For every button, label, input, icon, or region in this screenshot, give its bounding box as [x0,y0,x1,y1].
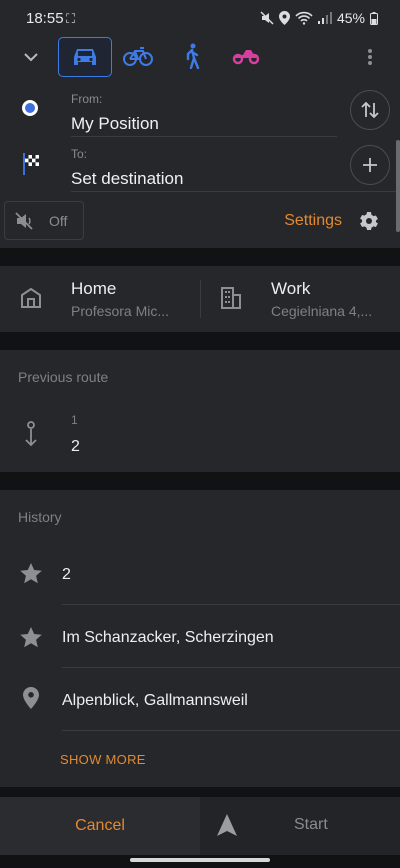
walking-icon [186,43,200,69]
bottom-action-bar: Cancel Start [0,797,400,855]
from-label: From: [71,92,103,106]
plus-icon [363,158,377,172]
star-icon [20,563,42,584]
history-item-label: Alpenblick, Gallmannsweil [62,692,248,709]
home-title: Home [71,279,117,298]
previous-route-end: 2 [71,438,80,455]
work-button[interactable]: Work Cegielniana 4,... [201,266,400,332]
home-address: Profesora Mic... [71,303,170,319]
battery-icon [370,11,378,25]
work-address: Cegielniana 4,... [271,303,373,319]
to-label: To: [71,147,88,161]
route-start-end-icon [25,421,37,447]
navigation-arrow-icon [217,814,237,836]
start-button[interactable]: Start [200,797,400,855]
start-label: Start [294,816,328,833]
gesture-handle[interactable] [130,858,270,862]
swap-button[interactable] [350,90,390,130]
history-divider [62,730,400,731]
collapse-button[interactable] [20,46,42,68]
signal-icon [317,12,332,24]
cancel-label: Cancel [75,817,125,834]
car-icon [74,49,96,65]
history-item[interactable]: Im Schanzacker, Scherzingen [0,605,400,668]
to-divider [71,191,400,192]
previous-route-item[interactable]: 1 2 [0,400,400,470]
battery-percent: 45% [336,10,365,26]
mode-walk-button[interactable] [166,37,218,75]
bicycle-icon [123,47,153,66]
status-time: 18:55 [26,10,64,27]
office-building-icon [221,287,241,309]
destination-field[interactable]: Set destination [71,169,337,189]
status-bar: 18:55 ⛶ 45% [0,0,400,36]
from-divider [71,136,337,137]
gear-icon[interactable] [357,209,381,233]
mute-icon [260,11,274,25]
wifi-icon [295,11,313,25]
show-more-button[interactable]: SHOW MORE [60,752,146,767]
home-button[interactable]: Home Profesora Mic... [0,266,200,332]
more-options-button[interactable] [362,46,378,68]
sound-label: Off [49,212,68,229]
sound-off-icon [15,211,33,230]
swap-arrows-icon [361,102,379,118]
checkered-flag-icon [23,153,39,175]
mode-bicycle-button[interactable] [112,37,164,75]
work-title: Work [271,279,311,298]
history-item-label: Im Schanzacker, Scherzingen [62,629,274,646]
previous-route-title: Previous route [18,369,109,385]
location-pin-icon [23,687,39,709]
mode-car-button[interactable] [58,37,112,77]
chevron-down-icon [24,52,38,61]
add-destination-button[interactable] [350,145,390,185]
cancel-button[interactable]: Cancel [0,797,200,855]
history-item-label: 2 [62,566,71,583]
history-title: History [18,509,62,525]
location-icon [278,11,290,25]
sound-toggle-button[interactable]: Off [4,201,84,240]
scrollbar[interactable] [396,140,400,232]
star-icon [20,627,42,648]
history-panel: History 2 Im Schanzacker, Scherzingen Al… [0,490,400,787]
home-icon [21,288,41,308]
settings-link[interactable]: Settings [284,212,342,230]
my-position-icon [22,100,38,116]
route-panel: From: My Position To: Set destination Of… [0,36,400,248]
screenshot-icon: ⛶ [66,11,76,26]
from-field[interactable]: My Position [71,114,337,134]
status-icons: 45% [260,10,378,26]
motorcycle-icon [232,50,260,65]
history-item[interactable]: 2 [0,542,400,605]
mode-motorcycle-button[interactable] [220,37,272,75]
previous-route-panel: Previous route 1 2 [0,350,400,472]
previous-route-start: 1 [71,413,78,427]
history-item[interactable]: Alpenblick, Gallmannsweil [0,668,400,731]
favorites-panel: Home Profesora Mic... Work Cegielniana 4… [0,266,400,332]
